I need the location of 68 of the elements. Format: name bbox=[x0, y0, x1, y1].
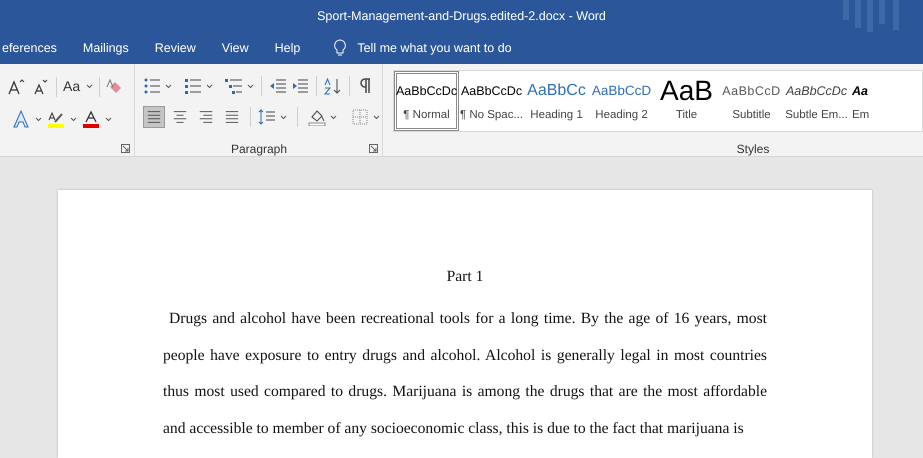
tell-me-search[interactable]: Tell me what you want to do bbox=[357, 38, 512, 58]
ribbon-tab[interactable]: Help bbox=[262, 32, 314, 64]
highlighter-icon[interactable] bbox=[47, 110, 65, 128]
shading-icon[interactable] bbox=[308, 108, 326, 126]
style-preview: AaBbCcD bbox=[592, 82, 652, 100]
style-name: Heading 2 bbox=[595, 108, 648, 123]
style-preview: AaBbCcD bbox=[722, 82, 781, 100]
bullets-icon[interactable] bbox=[143, 77, 161, 95]
style-preview: AaBbCcDc bbox=[786, 82, 848, 100]
style-option[interactable]: Aa Em bbox=[849, 71, 893, 131]
caret-icon[interactable] bbox=[35, 116, 42, 122]
caret-icon[interactable] bbox=[70, 116, 77, 122]
style-preview: AaBbCc bbox=[527, 81, 586, 101]
dialog-launcher-icon[interactable] bbox=[121, 144, 130, 153]
style-option[interactable]: AaBbCc Heading 1 bbox=[524, 71, 589, 131]
shrink-font-icon[interactable] bbox=[32, 78, 50, 96]
group-label: Paragraph bbox=[230, 141, 288, 158]
ribbon-tab[interactable]: Review bbox=[142, 32, 209, 64]
multilevel-list-icon[interactable] bbox=[225, 77, 243, 95]
document-heading: Part 1 bbox=[446, 267, 484, 287]
grow-font-icon[interactable] bbox=[8, 78, 26, 96]
style-option[interactable]: AaBbCcDc Subtle Em... bbox=[784, 71, 849, 131]
document-paragraph: Drugs and alcohol have been recreational tools for a long time. By the age of 16 years, most people have exposure to entry drugs and alcohol. Alcohol is generally legal in most countries thus most used compared to drugs. Marijuana is among the drugs that are the most affordable and accessible to member of any socioeconomic class, this is due to the fact that marijuana is bbox=[163, 309, 767, 439]
align-left-button[interactable] bbox=[143, 106, 165, 128]
caret-icon[interactable] bbox=[330, 114, 337, 120]
style-preview: AaBbCcDc bbox=[460, 82, 522, 100]
group-label: Styles bbox=[736, 141, 770, 158]
caret-icon[interactable] bbox=[280, 114, 287, 120]
style-name: ¶ No Spac... bbox=[460, 108, 524, 123]
style-name: Subtitle bbox=[732, 108, 771, 123]
caret-icon[interactable] bbox=[206, 84, 213, 88]
caret-icon[interactable] bbox=[105, 116, 112, 122]
ribbon-tab[interactable]: eferences bbox=[0, 32, 70, 64]
align-justify-icon bbox=[224, 109, 240, 125]
font-color-icon[interactable] bbox=[82, 110, 100, 128]
style-name: ¶ Normal bbox=[403, 108, 450, 123]
caret-icon[interactable] bbox=[86, 84, 94, 89]
align-center-icon bbox=[172, 109, 188, 125]
caret-icon[interactable] bbox=[247, 84, 254, 88]
ribbon-tab[interactable]: View bbox=[208, 32, 262, 64]
style-option[interactable]: AaBbCcDc ¶ No Spac... bbox=[459, 71, 524, 131]
style-name: Heading 1 bbox=[530, 108, 583, 123]
window-title: Sport-Management-and-Drugs.edited-2.docx - Word bbox=[317, 8, 606, 25]
lightbulb-icon[interactable] bbox=[333, 39, 348, 57]
sort-icon[interactable] bbox=[324, 77, 342, 95]
decrease-indent-icon[interactable] bbox=[269, 77, 287, 95]
dialog-launcher-icon[interactable] bbox=[369, 144, 378, 153]
change-case-button[interactable]: Aa bbox=[63, 76, 80, 97]
caret-icon[interactable] bbox=[373, 114, 380, 120]
style-preview: AaB bbox=[660, 80, 713, 102]
style-option[interactable]: AaBbCcDc ¶ Normal bbox=[394, 71, 459, 131]
style-option[interactable]: AaB Title bbox=[654, 71, 719, 131]
style-preview: Aa bbox=[852, 82, 868, 100]
style-option[interactable]: AaBbCcD Heading 2 bbox=[589, 71, 654, 131]
style-name: Title bbox=[676, 108, 698, 123]
ribbon-tab[interactable]: Mailings bbox=[70, 32, 142, 64]
numbering-icon[interactable] bbox=[184, 77, 202, 95]
line-spacing-icon[interactable] bbox=[258, 108, 276, 126]
align-left-icon bbox=[146, 109, 162, 125]
align-right-icon bbox=[198, 109, 214, 125]
style-name: Em bbox=[852, 108, 870, 123]
style-preview: AaBbCcDc bbox=[396, 82, 458, 100]
style-option[interactable]: AaBbCcD Subtitle bbox=[719, 71, 784, 131]
increase-indent-icon[interactable] bbox=[291, 77, 309, 95]
style-name: Subtle Em... bbox=[785, 108, 848, 123]
text-effects-icon[interactable] bbox=[12, 110, 30, 128]
borders-icon[interactable] bbox=[351, 108, 369, 126]
caret-icon[interactable] bbox=[165, 84, 172, 88]
